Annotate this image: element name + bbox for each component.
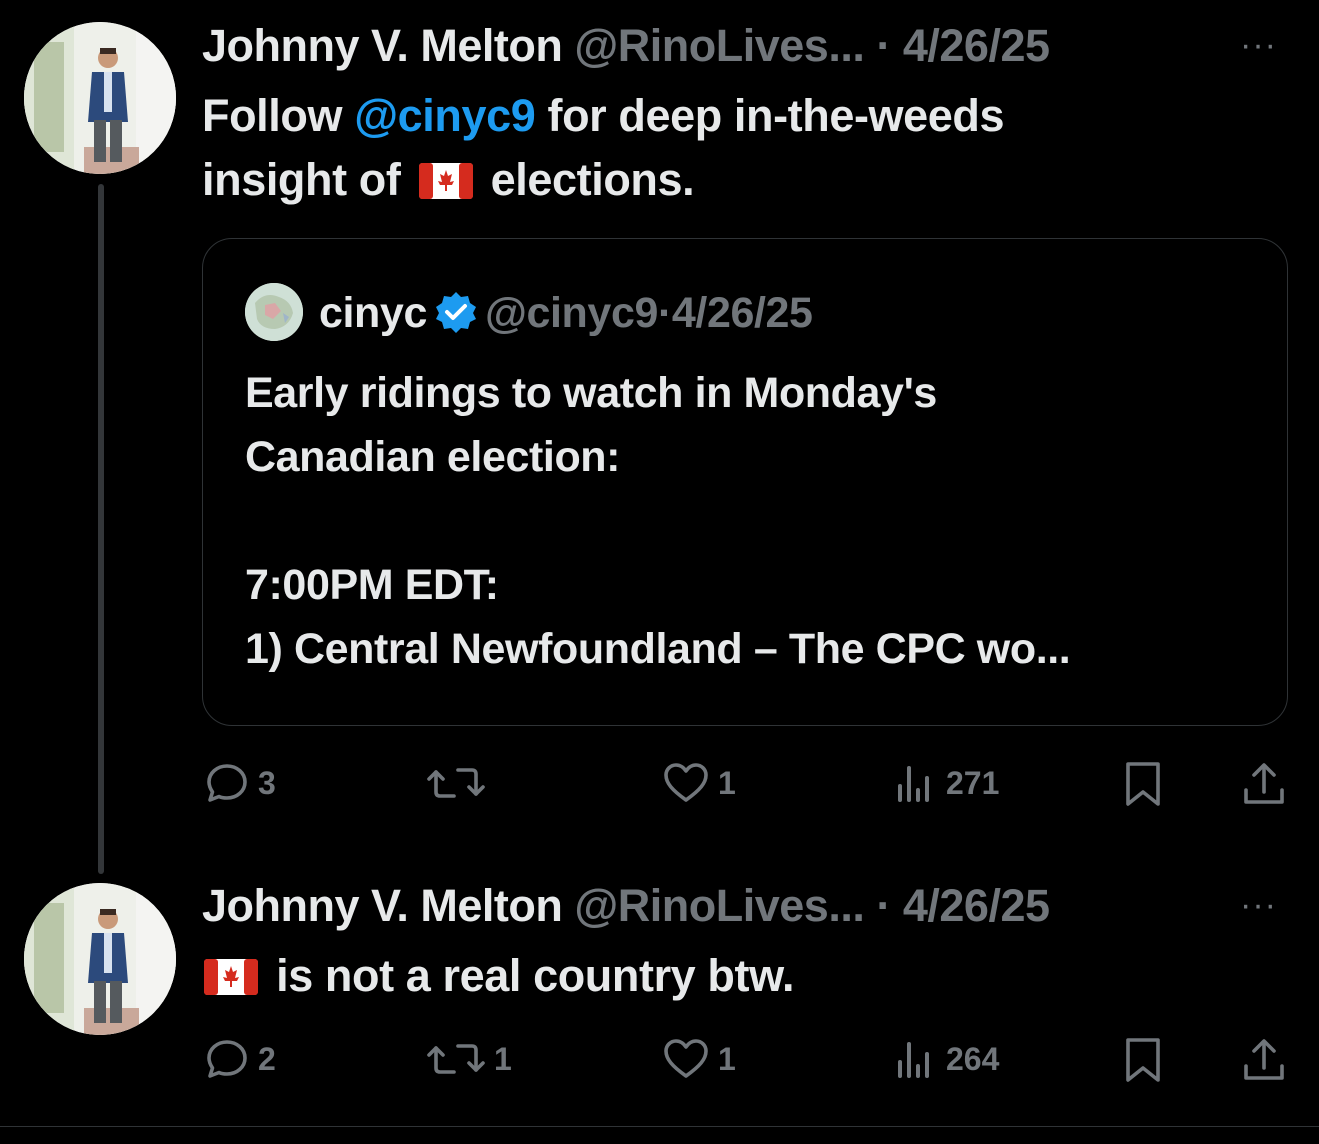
text-segment: for deep in-the-weeds <box>535 90 1005 141</box>
reply-count: 3 <box>258 764 276 801</box>
tweet-header: Johnny V. Melton @RinoLives... · 4/26/25 <box>202 880 1050 932</box>
bookmark-icon <box>1122 1036 1164 1084</box>
bookmark-button[interactable] <box>1122 760 1164 808</box>
repost-count: 1 <box>494 1040 512 1077</box>
quote-author-name[interactable]: cinyc <box>319 289 427 337</box>
heart-icon <box>662 1036 710 1082</box>
separator: · <box>876 20 891 71</box>
quote-text: Early ridings to watch in Monday's Canad… <box>245 361 1071 681</box>
avatar[interactable] <box>24 22 176 174</box>
repost-icon <box>426 1036 486 1082</box>
text-segment: is not a real country btw. <box>264 950 795 1001</box>
author-handle[interactable]: @RinoLives... <box>574 20 864 71</box>
quote-header: cinyc @cinyc9·4/26/25 <box>319 289 813 338</box>
share-button[interactable] <box>1240 1036 1288 1084</box>
quote-text-line: 1) Central Newfoundland – The CPC wo... <box>245 625 1071 673</box>
tweet-header: Johnny V. Melton @RinoLives... · 4/26/25 <box>202 20 1050 72</box>
quote-text-line: Early ridings to watch in Monday's <box>245 369 937 417</box>
like-button[interactable]: 1 <box>662 760 736 806</box>
canada-flag-icon <box>204 948 258 995</box>
verified-badge-icon <box>433 289 479 335</box>
thread-connector-line <box>98 184 104 874</box>
tweet-text-line-2: insight of elections. <box>202 148 1004 212</box>
reply-icon <box>204 1036 250 1082</box>
tweet-text: is not a real country btw. <box>198 944 795 1008</box>
quoted-tweet-card[interactable]: cinyc @cinyc9·4/26/25 Early ridings to wa… <box>202 238 1288 726</box>
analytics-icon <box>892 760 938 806</box>
repost-icon <box>426 760 486 806</box>
analytics-icon <box>892 1036 938 1082</box>
reply-count: 2 <box>258 1040 276 1077</box>
quote-text-line <box>245 489 1070 553</box>
view-count: 271 <box>946 764 1000 801</box>
views-button[interactable]: 271 <box>892 760 999 806</box>
mention-link[interactable]: @cinyc9 <box>354 90 536 141</box>
view-count: 264 <box>946 1040 1000 1077</box>
like-button[interactable]: 1 <box>662 1036 736 1082</box>
like-count: 1 <box>718 764 736 801</box>
quote-date[interactable]: 4/26/25 <box>672 289 813 337</box>
separator: · <box>657 289 672 337</box>
share-icon <box>1240 760 1288 808</box>
reply-icon <box>204 760 250 806</box>
author-name[interactable]: Johnny V. Melton <box>202 20 563 71</box>
like-count: 1 <box>718 1040 736 1077</box>
reply-button[interactable]: 2 <box>204 1036 276 1082</box>
bookmark-button[interactable] <box>1122 1036 1164 1084</box>
text-segment: elections. <box>478 154 695 205</box>
avatar[interactable] <box>24 883 176 1035</box>
text-segment: Follow <box>202 90 355 141</box>
author-name[interactable]: Johnny V. Melton <box>202 880 563 931</box>
more-options-icon[interactable]: ··· <box>1240 886 1277 925</box>
author-handle[interactable]: @RinoLives... <box>574 880 864 931</box>
quote-avatar[interactable] <box>245 283 303 341</box>
tweet-text-line-1: Follow @cinyc9 for deep in-the-weeds <box>202 84 1005 148</box>
tweet-date[interactable]: 4/26/25 <box>903 880 1050 931</box>
more-options-icon[interactable]: ··· <box>1240 26 1277 65</box>
heart-icon <box>662 760 710 806</box>
share-icon <box>1240 1036 1288 1084</box>
quote-text-line: Canadian election: <box>245 433 621 481</box>
reply-button[interactable]: 3 <box>204 760 276 806</box>
repost-button[interactable] <box>426 760 494 806</box>
bookmark-icon <box>1122 760 1164 808</box>
text-segment: insight of <box>202 154 413 205</box>
canada-flag-icon <box>418 152 473 199</box>
repost-button[interactable]: 1 <box>426 1036 512 1082</box>
views-button[interactable]: 264 <box>892 1036 999 1082</box>
tweet-text: Follow @cinyc9 for deep in-the-weeds ins… <box>202 84 1005 212</box>
divider <box>0 1126 1319 1127</box>
quote-author-handle[interactable]: @cinyc9 <box>485 289 658 337</box>
quote-text-line: 7:00PM EDT: <box>245 561 499 609</box>
share-button[interactable] <box>1240 760 1288 808</box>
separator: · <box>876 880 891 931</box>
tweet-date[interactable]: 4/26/25 <box>903 20 1050 71</box>
